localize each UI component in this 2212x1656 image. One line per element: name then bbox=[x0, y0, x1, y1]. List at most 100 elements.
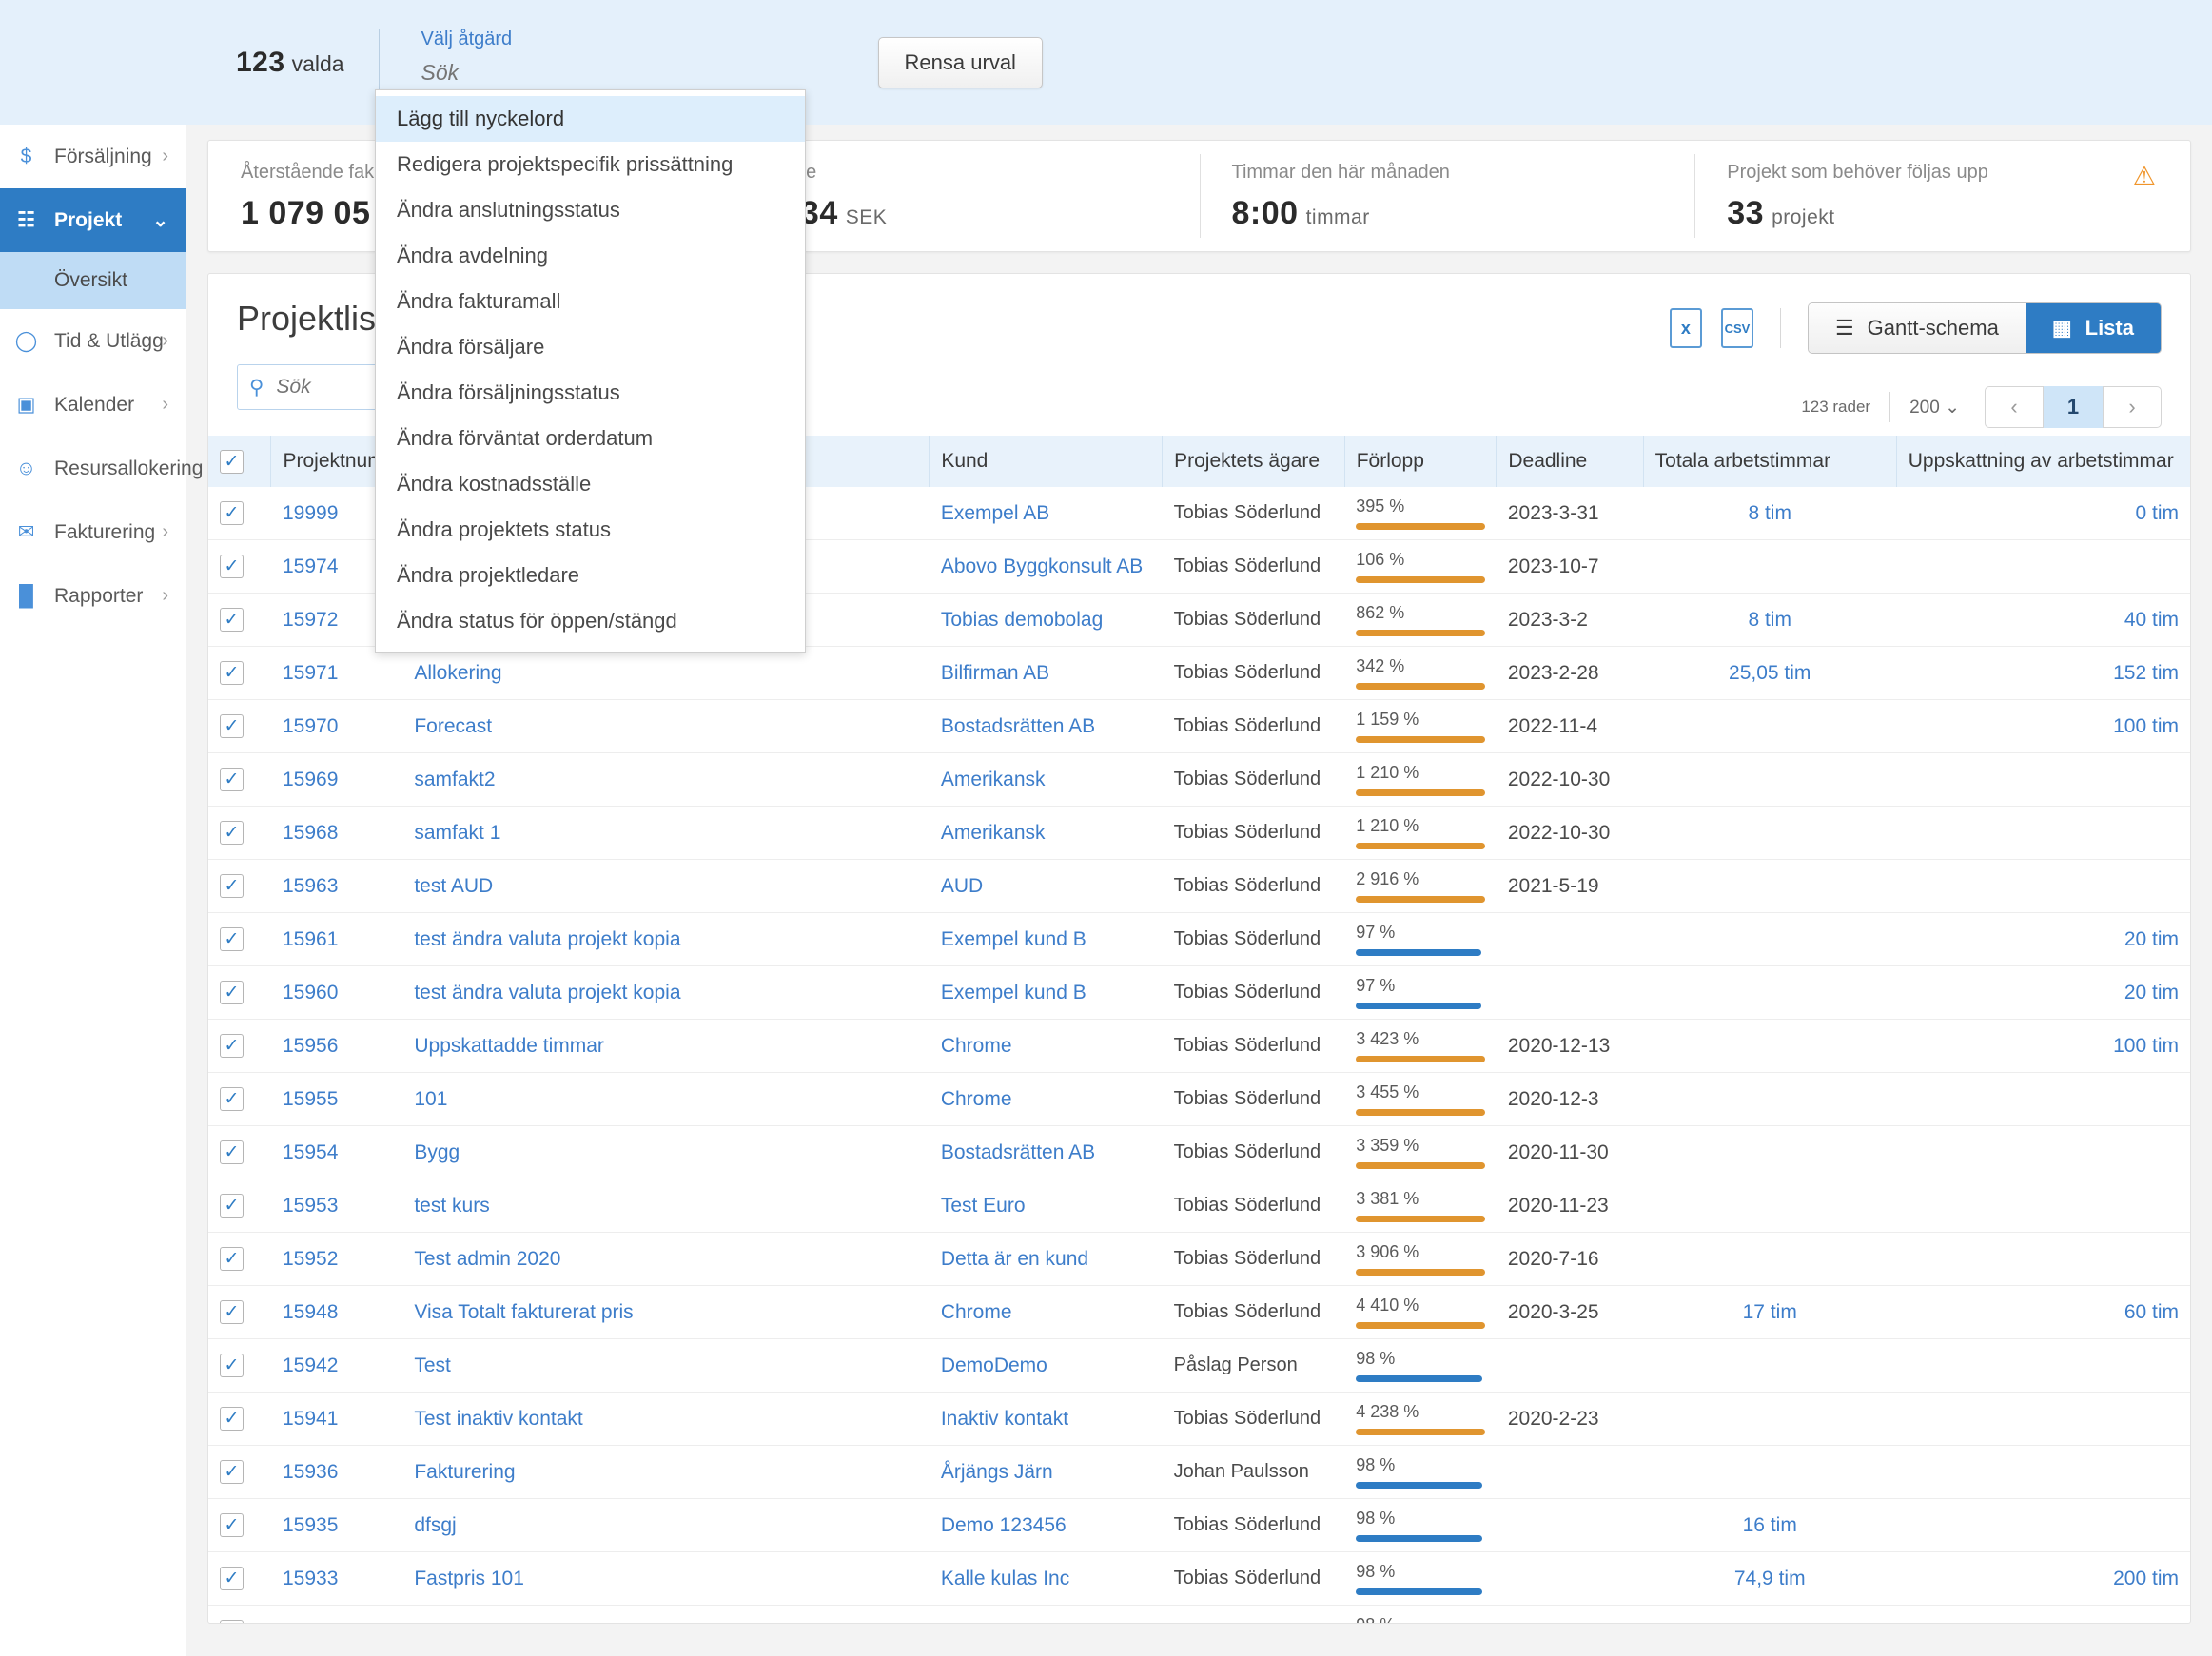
cell-project-number[interactable]: 15954 bbox=[271, 1126, 402, 1179]
cell-project-name[interactable]: Uppskattadde timmar bbox=[402, 1020, 929, 1073]
cell-customer[interactable]: Stig Jonsson bbox=[930, 1606, 1163, 1625]
cell-customer[interactable]: Amerikansk bbox=[930, 753, 1163, 807]
cell-project-name[interactable]: test AUD bbox=[402, 860, 929, 913]
row-checkbox[interactable]: ✓ bbox=[220, 768, 244, 791]
sidebar-item-tid-utl-gg[interactable]: ◯Tid & Utlägg› bbox=[0, 309, 186, 373]
row-checkbox[interactable]: ✓ bbox=[220, 1354, 244, 1377]
cell-project-number[interactable]: 15969 bbox=[271, 753, 402, 807]
table-row[interactable]: ✓15948Visa Totalt fakturerat prisChromeT… bbox=[208, 1286, 2190, 1339]
table-row[interactable]: ✓15942TestDemoDemoPåslag Person98 % bbox=[208, 1339, 2190, 1393]
table-row[interactable]: ✓15955101ChromeTobias Söderlund3 455 %20… bbox=[208, 1073, 2190, 1126]
cell-customer[interactable]: Bostadsrätten AB bbox=[930, 700, 1163, 753]
dropdown-item[interactable]: Ändra fakturamall bbox=[376, 279, 805, 324]
cell-customer[interactable]: Demo 123456 bbox=[930, 1499, 1163, 1552]
row-checkbox[interactable]: ✓ bbox=[220, 661, 244, 685]
cell-project-number[interactable]: 15968 bbox=[271, 807, 402, 860]
cell-project-number[interactable]: 15933 bbox=[271, 1552, 402, 1606]
row-checkbox[interactable]: ✓ bbox=[220, 927, 244, 951]
dropdown-item[interactable]: Lägg till nyckelord bbox=[376, 96, 805, 142]
row-checkbox[interactable]: ✓ bbox=[220, 501, 244, 525]
tab-gantt-schema[interactable]: ☰ Gantt-schema bbox=[1809, 303, 2026, 353]
row-checkbox[interactable]: ✓ bbox=[220, 874, 244, 898]
cell-project-name[interactable]: samfakt 1 bbox=[402, 807, 929, 860]
cell-project-name[interactable]: Visa Totalt fakturerat pris bbox=[402, 1286, 929, 1339]
dropdown-item[interactable]: Redigera projektspecifik prissättning bbox=[376, 142, 805, 187]
cell-project-number[interactable]: 15956 bbox=[271, 1020, 402, 1073]
dropdown-item[interactable]: Ändra projektledare bbox=[376, 553, 805, 598]
table-row[interactable]: ✓15935dfsgjDemo 123456Tobias Söderlund98… bbox=[208, 1499, 2190, 1552]
table-row[interactable]: ✓15941Test inaktiv kontaktInaktiv kontak… bbox=[208, 1393, 2190, 1446]
row-checkbox[interactable]: ✓ bbox=[220, 608, 244, 632]
cell-project-number[interactable]: 15970 bbox=[271, 700, 402, 753]
cell-project-number[interactable]: 15960 bbox=[271, 966, 402, 1020]
cell-customer[interactable]: DemoDemo bbox=[930, 1339, 1163, 1393]
tab-lista[interactable]: ▦ Lista bbox=[2026, 303, 2161, 353]
table-row[interactable]: ✓15936FaktureringÅrjängs JärnJohan Pauls… bbox=[208, 1446, 2190, 1499]
cell-customer[interactable]: Bilfirman AB bbox=[930, 647, 1163, 700]
row-checkbox[interactable]: ✓ bbox=[220, 714, 244, 738]
row-checkbox[interactable]: ✓ bbox=[220, 1407, 244, 1431]
row-checkbox[interactable]: ✓ bbox=[220, 1087, 244, 1111]
view-toggle[interactable]: ☰ Gantt-schema ▦ Lista bbox=[1808, 302, 2162, 354]
cell-project-number[interactable]: 15935 bbox=[271, 1499, 402, 1552]
cell-project-number[interactable]: 15942 bbox=[271, 1339, 402, 1393]
cell-project-number[interactable]: 15952 bbox=[271, 1233, 402, 1286]
table-row[interactable]: ✓15952Test admin 2020Detta är en kundTob… bbox=[208, 1233, 2190, 1286]
cell-project-number[interactable]: 15961 bbox=[271, 913, 402, 966]
cell-project-number[interactable]: 15931 bbox=[271, 1606, 402, 1625]
table-row[interactable]: ✓15931FaktureringStig JonssonJohan Pauls… bbox=[208, 1606, 2190, 1625]
sidebar-item-rapporter[interactable]: █Rapporter› bbox=[0, 564, 186, 628]
row-checkbox[interactable]: ✓ bbox=[220, 1034, 244, 1058]
table-row[interactable]: ✓ 15961test ändra valuta projekt kopiaExe… bbox=[208, 913, 2190, 966]
export-csv-icon[interactable]: CSV bbox=[1721, 308, 1753, 348]
row-checkbox[interactable]: ✓ bbox=[220, 821, 244, 845]
cell-project-name[interactable]: Test bbox=[402, 1339, 929, 1393]
row-checkbox[interactable]: ✓ bbox=[220, 555, 244, 578]
clear-selection-button[interactable]: Rensa urval bbox=[878, 37, 1043, 88]
cell-customer[interactable]: Test Euro bbox=[930, 1179, 1163, 1233]
cell-project-name[interactable]: dfsgj bbox=[402, 1499, 929, 1552]
cell-project-name[interactable]: Allokering bbox=[402, 647, 929, 700]
sidebar-item-projekt[interactable]: ☷Projekt⌄ bbox=[0, 188, 186, 252]
table-row[interactable]: ✓15970ForecastBostadsrätten ABTobias Söd… bbox=[208, 700, 2190, 753]
cell-customer[interactable]: Detta är en kund bbox=[930, 1233, 1163, 1286]
column-header[interactable]: Projektets ägare bbox=[1163, 436, 1345, 487]
table-row[interactable]: ✓15968samfakt 1AmerikanskTobias Söderlun… bbox=[208, 807, 2190, 860]
sidebar-item-oversikt[interactable]: Översikt bbox=[0, 252, 186, 309]
cell-project-number[interactable]: 15971 bbox=[271, 647, 402, 700]
sidebar-item-fakturering[interactable]: ✉Fakturering› bbox=[0, 500, 186, 564]
dropdown-item[interactable]: Ändra anslutningsstatus bbox=[376, 187, 805, 233]
export-excel-icon[interactable]: x bbox=[1670, 308, 1702, 348]
cell-project-name[interactable]: test ändra valuta projekt kopia bbox=[402, 913, 929, 966]
cell-customer[interactable]: Kalle kulas Inc bbox=[930, 1552, 1163, 1606]
dropdown-item[interactable]: Ändra avdelning bbox=[376, 233, 805, 279]
cell-customer[interactable]: Exempel kund B bbox=[930, 966, 1163, 1020]
cell-project-number[interactable]: 15941 bbox=[271, 1393, 402, 1446]
row-checkbox[interactable]: ✓ bbox=[220, 1460, 244, 1484]
table-row[interactable]: ✓15956Uppskattadde timmarChromeTobias Sö… bbox=[208, 1020, 2190, 1073]
column-header[interactable]: Kund bbox=[930, 436, 1163, 487]
prev-page-button[interactable]: ‹ bbox=[1985, 386, 2044, 428]
row-checkbox[interactable]: ✓ bbox=[220, 1300, 244, 1324]
cell-customer[interactable]: Chrome bbox=[930, 1286, 1163, 1339]
cell-project-name[interactable]: Fastpris 101 bbox=[402, 1552, 929, 1606]
column-header[interactable]: Uppskattning av arbetstimmar bbox=[1896, 436, 2190, 487]
row-checkbox[interactable]: ✓ bbox=[220, 1140, 244, 1164]
cell-project-name[interactable]: Test inaktiv kontakt bbox=[402, 1393, 929, 1446]
select-all-checkbox[interactable]: ✓ bbox=[220, 450, 244, 474]
cell-project-name[interactable]: Test admin 2020 bbox=[402, 1233, 929, 1286]
page-size-select[interactable]: 200 ⌄ bbox=[1909, 397, 1960, 419]
table-row[interactable]: ✓15969samfakt2AmerikanskTobias Söderlund… bbox=[208, 753, 2190, 807]
action-dropdown-menu[interactable]: Lägg till nyckelordRedigera projektspeci… bbox=[375, 89, 806, 653]
dropdown-item[interactable]: Ändra förväntat orderdatum bbox=[376, 416, 805, 461]
dropdown-item[interactable]: Ändra kostnadsställe bbox=[376, 461, 805, 507]
sidebar-item-f-rs-ljning[interactable]: $Försäljning› bbox=[0, 125, 186, 188]
dropdown-item[interactable]: Ändra status för öppen/stängd bbox=[376, 598, 805, 644]
cell-project-number[interactable]: 15953 bbox=[271, 1179, 402, 1233]
table-row[interactable]: ✓15933Fastpris 101Kalle kulas IncTobias … bbox=[208, 1552, 2190, 1606]
cell-customer[interactable]: Årjängs Järn bbox=[930, 1446, 1163, 1499]
cell-customer[interactable]: Amerikansk bbox=[930, 807, 1163, 860]
cell-customer[interactable]: Exempel kund B bbox=[930, 913, 1163, 966]
cell-project-name[interactable]: Fakturering bbox=[402, 1446, 929, 1499]
cell-project-name[interactable]: Forecast bbox=[402, 700, 929, 753]
